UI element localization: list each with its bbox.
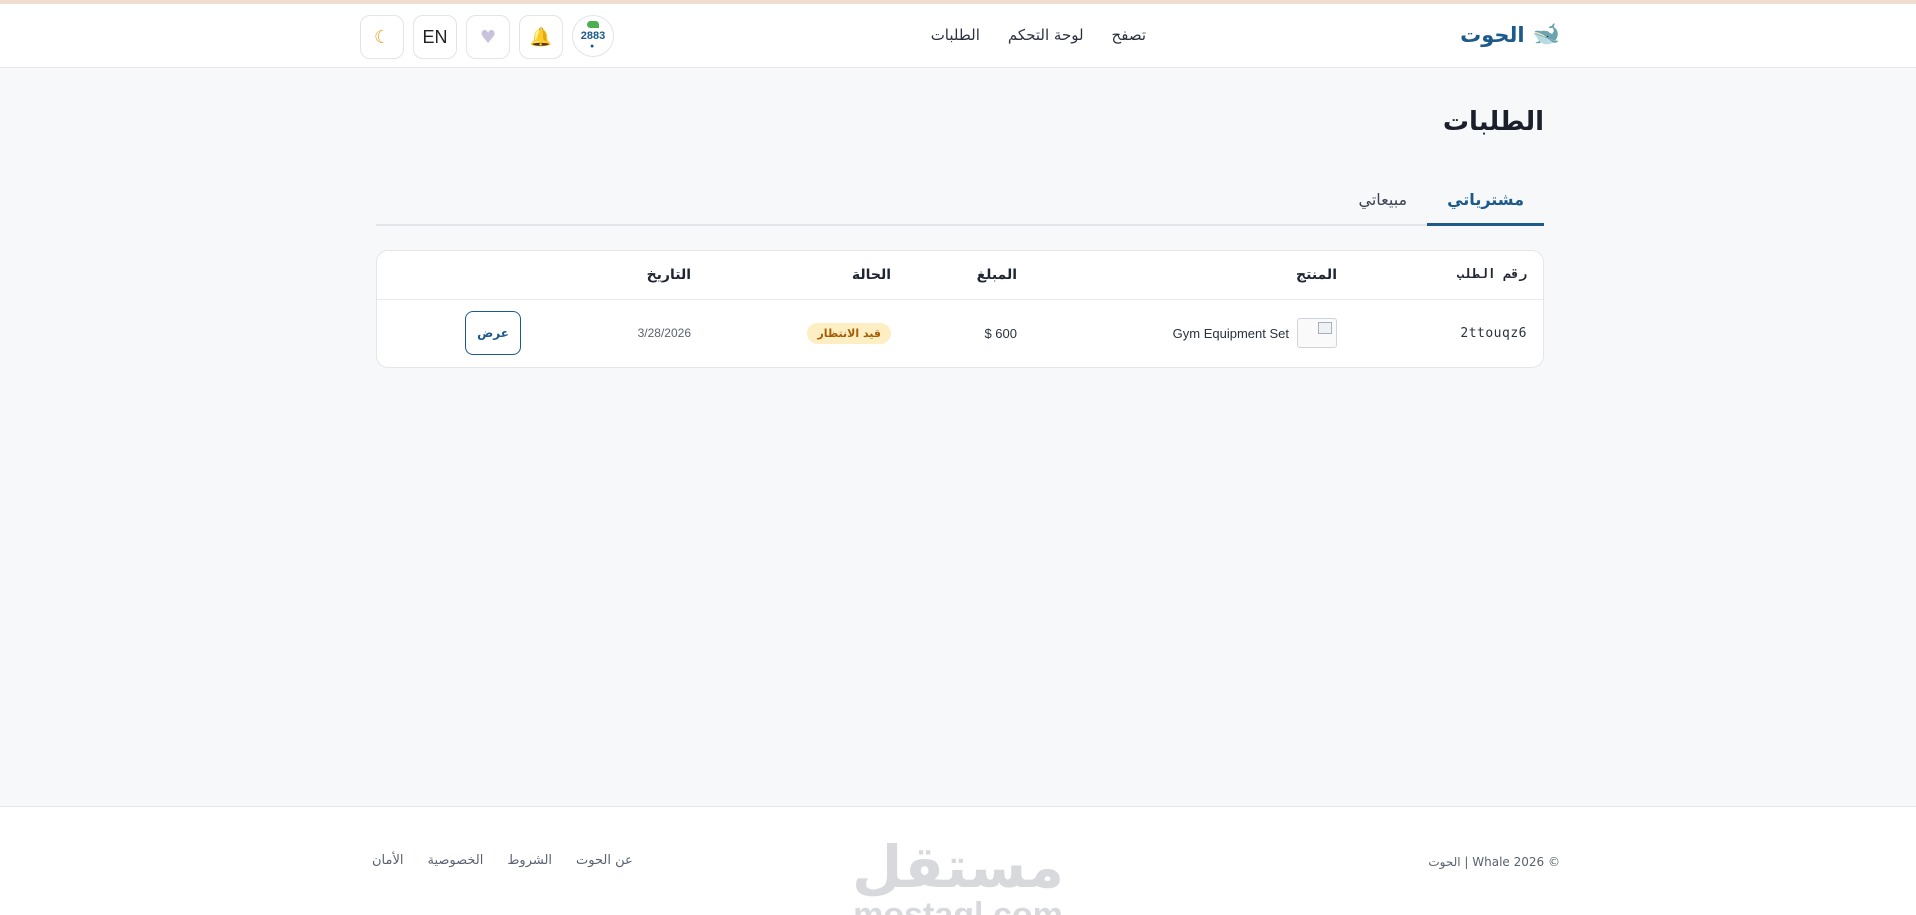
footer-link-security[interactable]: الأمان [372,853,404,868]
footer-links: عن الحوت الشروط الخصوصية الأمان [372,853,633,868]
watermark-logo: مستقل mostaql.com [852,837,1064,915]
favorites-button[interactable]: ♥ [466,15,510,59]
nav-dashboard[interactable]: لوحة التحكم [1008,26,1084,44]
product-name: Gym Equipment Set [1172,325,1289,341]
orders-table: رقم الطلب المنتج المبلغ الحالة التاريخ 2… [377,251,1543,367]
nav-orders[interactable]: الطلبات [931,26,980,44]
table-row: 2ttouqz6 Gym Equipment Set $ 600 قيد الا… [377,299,1543,367]
bell-icon: 🔔 [529,26,553,48]
amount-cell: $ 600 [984,325,1017,341]
tab-sales[interactable]: مبيعاتي [1339,180,1428,226]
avatar[interactable]: 2883 ● [572,15,614,57]
site-footer: © 2026 Whale | الحوت مستقل mostaql.com ع… [0,806,1916,915]
main-nav: تصفح لوحة التحكم الطلبات [931,26,1146,44]
column-header-amount: المبلغ [907,251,1033,300]
status-cell: قيد الانتظار [707,299,907,367]
avatar-dot-icon: ● [590,43,595,50]
notifications-button[interactable]: 🔔 [519,15,563,59]
orders-table-card: رقم الطلب المنتج المبلغ الحالة التاريخ 2… [376,250,1544,368]
view-order-button[interactable]: عرض [465,311,521,356]
site-header: 🐋 الحوت تصفح لوحة التحكم الطلبات ☾ EN ♥ … [0,4,1916,68]
avatar-text: 2883 [580,30,606,42]
status-badge: قيد الانتظار [807,322,891,344]
header-actions: ☾ EN ♥ 🔔 2883 ● [360,15,614,59]
action-cell: عرض [377,299,537,367]
column-header-product: المنتج [1033,251,1353,300]
orders-tabs: مشترياتي مبيعاتي [376,180,1544,226]
column-header-date: التاريخ [537,251,707,300]
order-id-cell: 2ttouqz6 [1460,325,1527,341]
copyright-text: © 2026 Whale | الحوت [1428,855,1560,869]
product-cell: Gym Equipment Set [1033,299,1353,367]
tab-purchases[interactable]: مشترياتي [1427,180,1544,226]
whale-icon: 🐋 [1532,22,1560,47]
watermark-english: mostaql.com [853,896,1063,915]
theme-toggle-button[interactable]: ☾ [360,15,404,59]
column-header-status: الحالة [707,251,907,300]
column-header-actions [377,251,537,300]
logo-text: الحوت [1460,22,1525,47]
footer-link-privacy[interactable]: الخصوصية [428,853,484,868]
footer-link-terms[interactable]: الشروط [507,853,552,868]
heart-icon: ♥ [479,26,497,48]
page-title: الطلبات [1442,107,1544,137]
column-header-order-id: رقم الطلب [1353,251,1543,300]
watermark-arabic: مستقل [851,833,1065,901]
table-header-row: رقم الطلب المنتج المبلغ الحالة التاريخ [377,251,1543,300]
moon-icon: ☾ [373,26,391,48]
date-cell: 3/28/2026 [637,326,691,341]
language-toggle-button[interactable]: EN [413,15,457,59]
footer-link-about[interactable]: عن الحوت [576,853,633,868]
logo[interactable]: 🐋 الحوت [1460,22,1560,47]
product-thumbnail-image [1297,318,1337,349]
leaf-icon [587,21,599,28]
nav-browse[interactable]: تصفح [1112,26,1146,44]
